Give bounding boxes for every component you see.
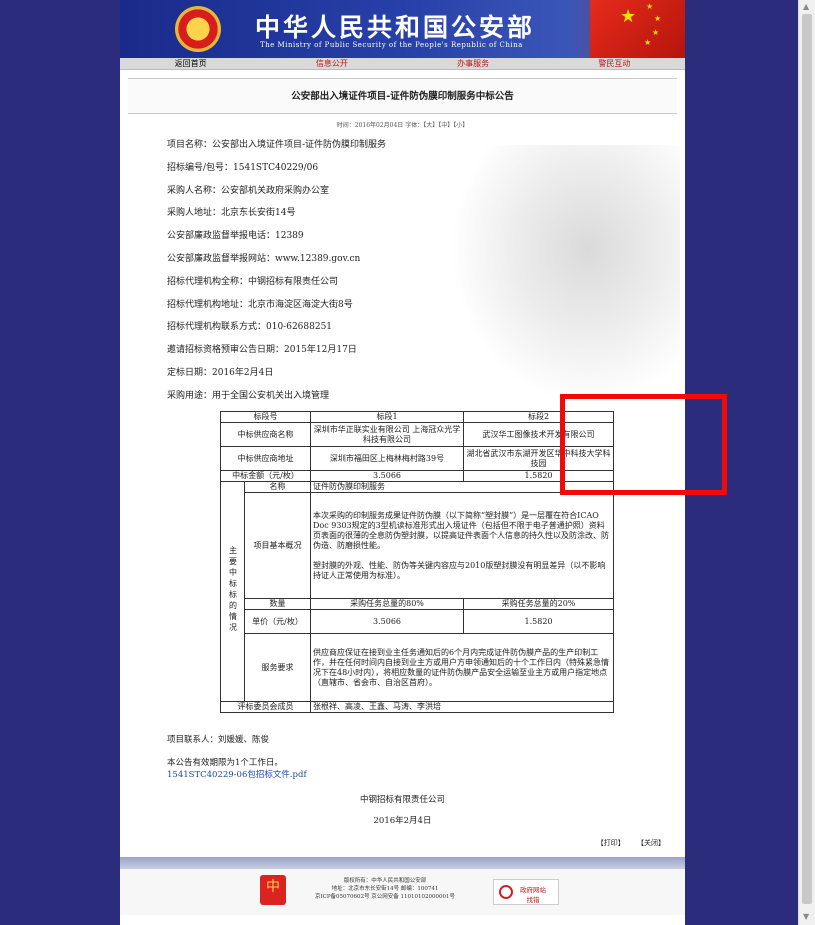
row-label-committee: 评标委员会成员 xyxy=(220,701,311,713)
lot1-supplier: 深圳市华正联实业有限公司 上海冠众光学科技有限公司 xyxy=(310,422,464,447)
nav-services[interactable]: 办事服务 xyxy=(403,58,544,69)
close-link[interactable]: 【关闭】 xyxy=(637,839,665,847)
footer-text: 版权所有：中华人民共和国公安部 地址：北京市东长安街14号 邮编：100741 … xyxy=(295,877,475,901)
vertical-scrollbar[interactable]: ▲ ▼ xyxy=(798,0,815,925)
item-service: 供应商应保证在接到业主任务通知后的6个月内完成证件防伪膜产品的生产印制工作，并在… xyxy=(310,633,614,702)
lot1-amount: 3.5066 xyxy=(310,470,464,482)
print-close-links: 【打印】 【关闭】 xyxy=(597,838,665,848)
field-agency-address: 招标代理机构地址：北京市海淀区海淀大街8号 xyxy=(167,299,353,310)
issue-date: 2016年2月4日 xyxy=(373,816,432,826)
footer-address: 地址：北京市东长安街14号 邮编：100741 xyxy=(331,886,439,892)
footer-icp[interactable]: 京ICP备05070602号 京公网安备 11010102000001号 xyxy=(295,893,475,901)
flag-icon: ★ ★ ★ ★ ★ xyxy=(590,0,685,58)
party-emblem-icon: 中 xyxy=(260,875,286,905)
footer: 中 版权所有：中华人民共和国公安部 地址：北京市东长安街14号 邮编：10074… xyxy=(120,869,685,915)
field-purpose: 采购用途：用于全国公安机关出入境管理 xyxy=(167,390,330,401)
field-prequal-date: 邀请招标资格预审公告日期：2015年12月17日 xyxy=(167,345,357,356)
row-label-service: 服务要求 xyxy=(244,633,311,702)
row-label-supplier: 中标供应商名称 xyxy=(220,422,311,447)
announcement-fields: 项目名称：公安部出入境证件项目-证件防伪膜印制服务 招标编号/包号：1541ST… xyxy=(167,138,386,412)
footer-band xyxy=(120,857,685,869)
project-contact: 项目联系人：刘媛媛、陈俊 xyxy=(167,735,270,745)
row-label-name: 名称 xyxy=(244,481,311,493)
validity-note: 本公告有效期限为1个工作日。 xyxy=(167,758,283,768)
nav-info-public[interactable]: 信息公开 xyxy=(261,58,402,69)
row-label-address: 中标供应商地址 xyxy=(220,446,311,471)
magnifier-icon xyxy=(499,885,513,899)
attachment-link[interactable]: 1541STC40229-06包招标文件.pdf xyxy=(167,768,307,780)
side-label-text: 主要中标标的情况 xyxy=(228,546,238,634)
police-emblem-icon xyxy=(175,6,221,52)
great-wall-image xyxy=(450,145,680,405)
item-committee: 张根祥、高凌、王鑫、马涛、李洪培 xyxy=(310,701,614,713)
field-purchaser: 采购人名称：公安部机关政府采购办公室 xyxy=(167,185,330,196)
highlight-box xyxy=(560,394,727,495)
article-title: 公安部出入境证件项目-证件防伪膜印制服务中标公告 xyxy=(128,78,677,114)
field-agency-name: 招标代理机构全称：中钢招标有限责任公司 xyxy=(167,276,339,287)
table-header-section: 标段号 xyxy=(220,411,311,423)
lot1-qty: 采购任务总量的80% xyxy=(310,598,464,610)
lot1-price: 3.5066 xyxy=(310,609,464,634)
nav-home[interactable]: 返回首页 xyxy=(120,58,261,69)
table-header-lot1: 标段1 xyxy=(310,411,464,423)
site-title: 中华人民共和国公安部 xyxy=(255,13,536,42)
gov-site-badge[interactable]: 政府网站 找错 xyxy=(493,879,559,905)
lot1-address: 深圳市福田区上梅林梅村路39号 xyxy=(310,446,464,471)
row-label-price: 单价（元/枚） xyxy=(244,609,311,634)
scroll-up-icon[interactable]: ▲ xyxy=(803,2,809,11)
row-label-basic: 项目基本概况 xyxy=(244,492,311,599)
row-label-qty: 数量 xyxy=(244,598,311,610)
main-nav: 返回首页 信息公开 办事服务 警民互动 xyxy=(120,58,685,70)
field-project-name: 项目名称：公安部出入境证件项目-证件防伪膜印制服务 xyxy=(167,140,387,150)
lot2-price: 1.5820 xyxy=(463,609,614,634)
issuing-org: 中钢招标有限责任公司 xyxy=(359,795,445,805)
field-award-date: 定标日期：2016年2月4日 xyxy=(167,367,274,378)
field-bid-number: 招标编号/包号：1541STC40229/06 xyxy=(167,162,319,173)
field-report-phone: 公安部廉政监督举报电话：12389 xyxy=(167,231,304,242)
item-basic-text-1: 本次采购的印制服务成果证件防伪膜（以下简称“塑封膜”）是一层覆在符合ICAO D… xyxy=(313,510,609,550)
site-title-en: The Ministry of Public Security of the P… xyxy=(260,41,523,49)
item-basic-text-2: 塑封膜的外观、性能、防伪等关键内容应与2010版塑封膜没有明显差异（以不影响持证… xyxy=(313,560,606,580)
award-table: 标段号 标段1 标段2 中标供应商名称 深圳市华正联实业有限公司 上海冠众光学科… xyxy=(220,411,614,713)
header-banner: 中华人民共和国公安部 The Ministry of Public Securi… xyxy=(120,0,685,58)
field-purchaser-address: 采购人地址：北京东长安街14号 xyxy=(167,208,296,219)
print-link[interactable]: 【打印】 xyxy=(597,839,625,847)
scroll-down-icon[interactable]: ▼ xyxy=(803,912,809,921)
lot2-qty: 采购任务总量的20% xyxy=(463,598,614,610)
field-report-website: 公安部廉政监督举报网站：www.12389.gov.cn xyxy=(167,253,361,264)
row-label-amount: 中标金额（元/枚） xyxy=(220,470,311,482)
footer-host: 版权所有：中华人民共和国公安部 xyxy=(343,878,427,884)
field-agency-contact: 招标代理机构联系方式：010-62688251 xyxy=(167,322,333,333)
nav-interaction[interactable]: 警民互动 xyxy=(544,58,685,69)
article-meta: 时间：2016年02月04日 字体：【大】【中】【小】 xyxy=(336,122,469,129)
side-label-main-items: 主要中标标的情况 xyxy=(220,481,245,702)
item-basic: 本次采购的印制服务成果证件防伪膜（以下简称“塑封膜”）是一层覆在符合ICAO D… xyxy=(310,492,614,599)
page-container: 中华人民共和国公安部 The Ministry of Public Securi… xyxy=(120,0,727,925)
scrollbar-thumb[interactable] xyxy=(802,14,812,904)
